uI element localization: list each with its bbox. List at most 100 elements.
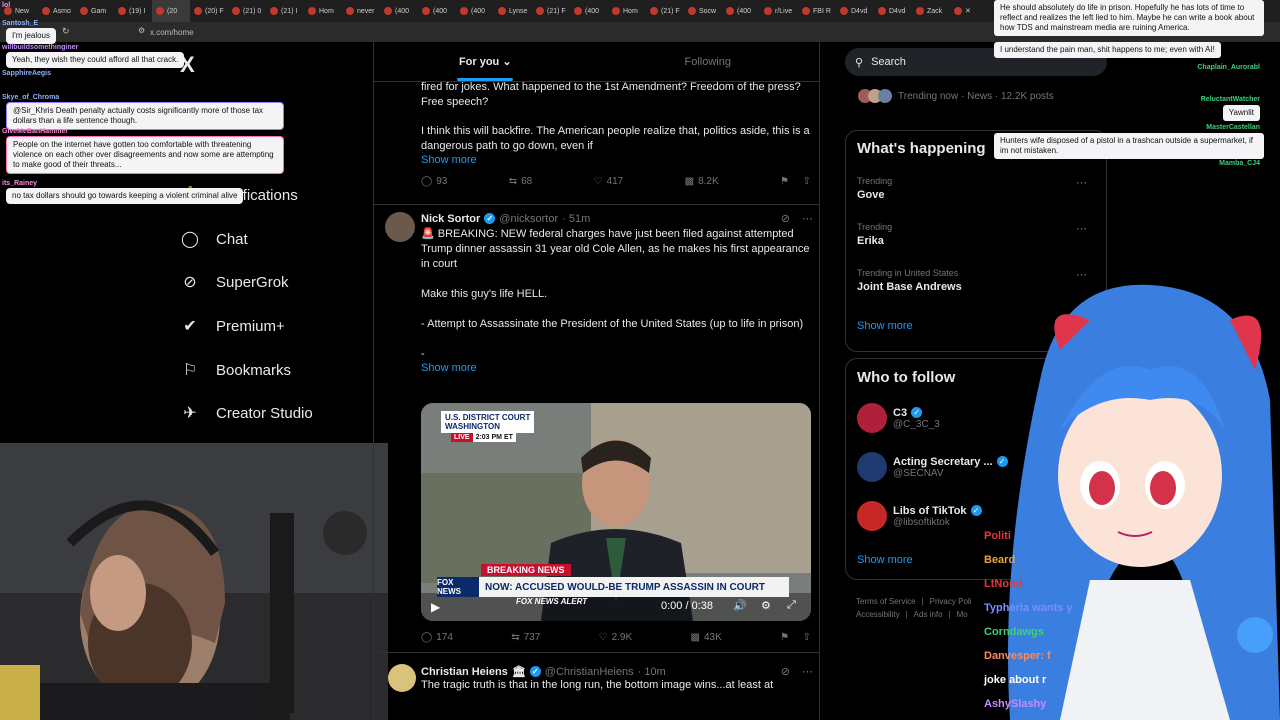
favicon-icon — [802, 7, 810, 15]
verified-badge-icon: ✓ — [529, 666, 541, 677]
browser-tab[interactable]: never — [342, 0, 380, 22]
browser-tab[interactable]: Hom — [608, 0, 646, 22]
repost-button[interactable]: ⇆ 68 — [509, 176, 533, 187]
tab-for-you[interactable]: For you ⌄ — [374, 42, 597, 81]
views-button[interactable]: ▩ 43K — [691, 632, 722, 643]
follow-name[interactable]: Libs of TikTok — [893, 505, 967, 517]
fullscreen-icon[interactable]: ⤢ — [787, 599, 796, 612]
avatar[interactable] — [388, 664, 416, 692]
video-player[interactable]: U.S. DISTRICT COURT WASHINGTON LIVE 2:03… — [421, 403, 811, 621]
browser-tab[interactable]: D4vd — [874, 0, 912, 22]
author-name[interactable]: Christian Heiens — [421, 666, 508, 678]
reply-button[interactable]: ◯ 93 — [421, 176, 447, 187]
footer-link[interactable]: Privacy Poli — [930, 597, 972, 606]
browser-tab[interactable]: Zack — [912, 0, 950, 22]
nav-item-supergrok[interactable]: ⊘ SuperGrok — [180, 272, 288, 292]
reply-icon: ◯ — [421, 632, 433, 643]
footer-link[interactable]: Mo — [957, 610, 968, 619]
volume-icon[interactable]: 🔊 — [733, 599, 747, 612]
browser-tab[interactable]: (400 — [456, 0, 494, 22]
follow-handle: @C_3C_3 — [893, 418, 940, 430]
share-icon[interactable]: ⇧ — [803, 632, 811, 643]
verified-badge-icon: ✓ — [911, 407, 923, 418]
settings-icon[interactable]: ⚙ — [761, 599, 771, 612]
browser-tab[interactable]: ✕ — [950, 0, 988, 22]
favicon-icon — [574, 7, 582, 15]
browser-tab-label: Socw — [699, 7, 717, 15]
footer-link[interactable]: Ads info — [914, 610, 943, 619]
show-more-link[interactable]: Show more — [857, 554, 913, 566]
timeline-tabs: For you ⌄ Following — [374, 42, 819, 82]
author-name[interactable]: Nick Sortor — [421, 213, 480, 225]
browser-tab-label: (400 — [585, 7, 600, 15]
views-button[interactable]: ▩ 8.2K — [685, 176, 719, 187]
play-icon[interactable]: ▶ — [431, 600, 440, 614]
browser-tab[interactable]: (21) F — [646, 0, 684, 22]
trend-item[interactable]: Trending Erika ⋯ — [857, 222, 1095, 247]
share-icon[interactable]: ⇧ — [803, 176, 811, 187]
post-2[interactable]: Nick Sortor ✓ @nicksortor · 51m ⊘ ⋯ 🚨 BR… — [421, 212, 813, 375]
post-1[interactable]: fired for jokes. What happened to the 1s… — [421, 80, 811, 187]
reply-button[interactable]: ◯ 174 — [421, 632, 453, 643]
nav-item-chat[interactable]: ◯ Chat — [180, 229, 248, 249]
post-3[interactable]: Christian Heiens 🏛 ✓ @ChristianHeiens · … — [421, 665, 813, 693]
bookmark-icon[interactable]: ⚑ — [780, 176, 789, 187]
footer-link[interactable]: Accessibility — [856, 610, 900, 619]
more-options-icon[interactable]: ⋯ — [802, 212, 813, 225]
browser-tab[interactable]: (400 — [380, 0, 418, 22]
nav-item-premium-[interactable]: ✔ Premium+ — [180, 316, 285, 336]
favicon-icon — [422, 7, 430, 15]
browser-tab[interactable]: (400 — [418, 0, 456, 22]
browser-tab[interactable]: r/Live — [760, 0, 798, 22]
like-button[interactable]: ♡ 2.9K — [599, 632, 633, 643]
browser-tab-label: (21) F — [547, 7, 566, 15]
follow-name[interactable]: C3 — [893, 407, 907, 419]
chat-ticker-line: Typheria wants y — [984, 602, 1073, 614]
browser-tab[interactable]: (400 — [570, 0, 608, 22]
chat-message: He should absolutely do life in prison. … — [994, 0, 1264, 36]
author-handle[interactable]: @nicksortor — [499, 213, 558, 225]
show-more-link[interactable]: Show more — [857, 320, 913, 332]
chat-ticker-line: joke about r — [984, 674, 1047, 686]
browser-tab[interactable]: (400 — [722, 0, 760, 22]
browser-tab-label: (400 — [471, 7, 486, 15]
timeline: For you ⌄ Following fired for jokes. Wha… — [373, 42, 820, 720]
browser-tab[interactable]: Socw — [684, 0, 722, 22]
more-options-icon[interactable]: ⋯ — [1076, 222, 1087, 235]
more-options-icon[interactable]: ⋯ — [802, 665, 813, 678]
show-more-link[interactable]: Show more — [421, 154, 811, 166]
chat-username: MasterCastellan — [1206, 124, 1260, 131]
chat-username: its_Rainey — [2, 180, 38, 187]
repost-button[interactable]: ⇆ 737 — [511, 632, 540, 643]
tab-following[interactable]: Following — [597, 42, 820, 81]
browser-tab[interactable]: D4vd — [836, 0, 874, 22]
webcam-feed — [0, 443, 388, 720]
rocket-icon: ✈ — [183, 405, 197, 422]
avatar[interactable] — [857, 403, 887, 433]
browser-tab[interactable]: FBI R — [798, 0, 836, 22]
browser-tab-label: Lynse — [509, 7, 528, 15]
nav-item-creator-studio[interactable]: ✈ Creator Studio — [180, 403, 312, 423]
favicon-icon — [688, 7, 696, 15]
like-button[interactable]: ♡ 417 — [594, 176, 624, 187]
bookmark-icon[interactable]: ⚑ — [780, 632, 789, 643]
footer-separator: | — [905, 610, 908, 619]
avatar[interactable] — [385, 212, 415, 242]
grok-icon[interactable]: ⊘ — [781, 665, 790, 678]
show-more-link[interactable]: Show more — [421, 362, 813, 374]
chat-username: ReluctantWatcher — [1200, 96, 1260, 103]
nav-item-label: Premium+ — [216, 317, 285, 335]
avatar[interactable] — [857, 501, 887, 531]
follow-handle: @SECNAV — [893, 467, 944, 479]
grok-icon[interactable]: ⊘ — [781, 212, 790, 225]
post-text: Make this guy's life HELL. — [421, 288, 548, 300]
nav-item-bookmarks[interactable]: ⚐ Bookmarks — [180, 360, 291, 380]
trend-meta: Trending — [857, 222, 893, 232]
avatar[interactable] — [857, 452, 887, 482]
browser-tab[interactable]: Lynse — [494, 0, 532, 22]
footer-link[interactable]: Terms of Service — [856, 597, 916, 606]
browser-tab[interactable]: (21) F — [532, 0, 570, 22]
follow-name[interactable]: Acting Secretary ... — [893, 456, 993, 468]
browser-tab[interactable]: Hom — [304, 0, 342, 22]
author-handle[interactable]: @ChristianHeiens — [545, 666, 634, 678]
